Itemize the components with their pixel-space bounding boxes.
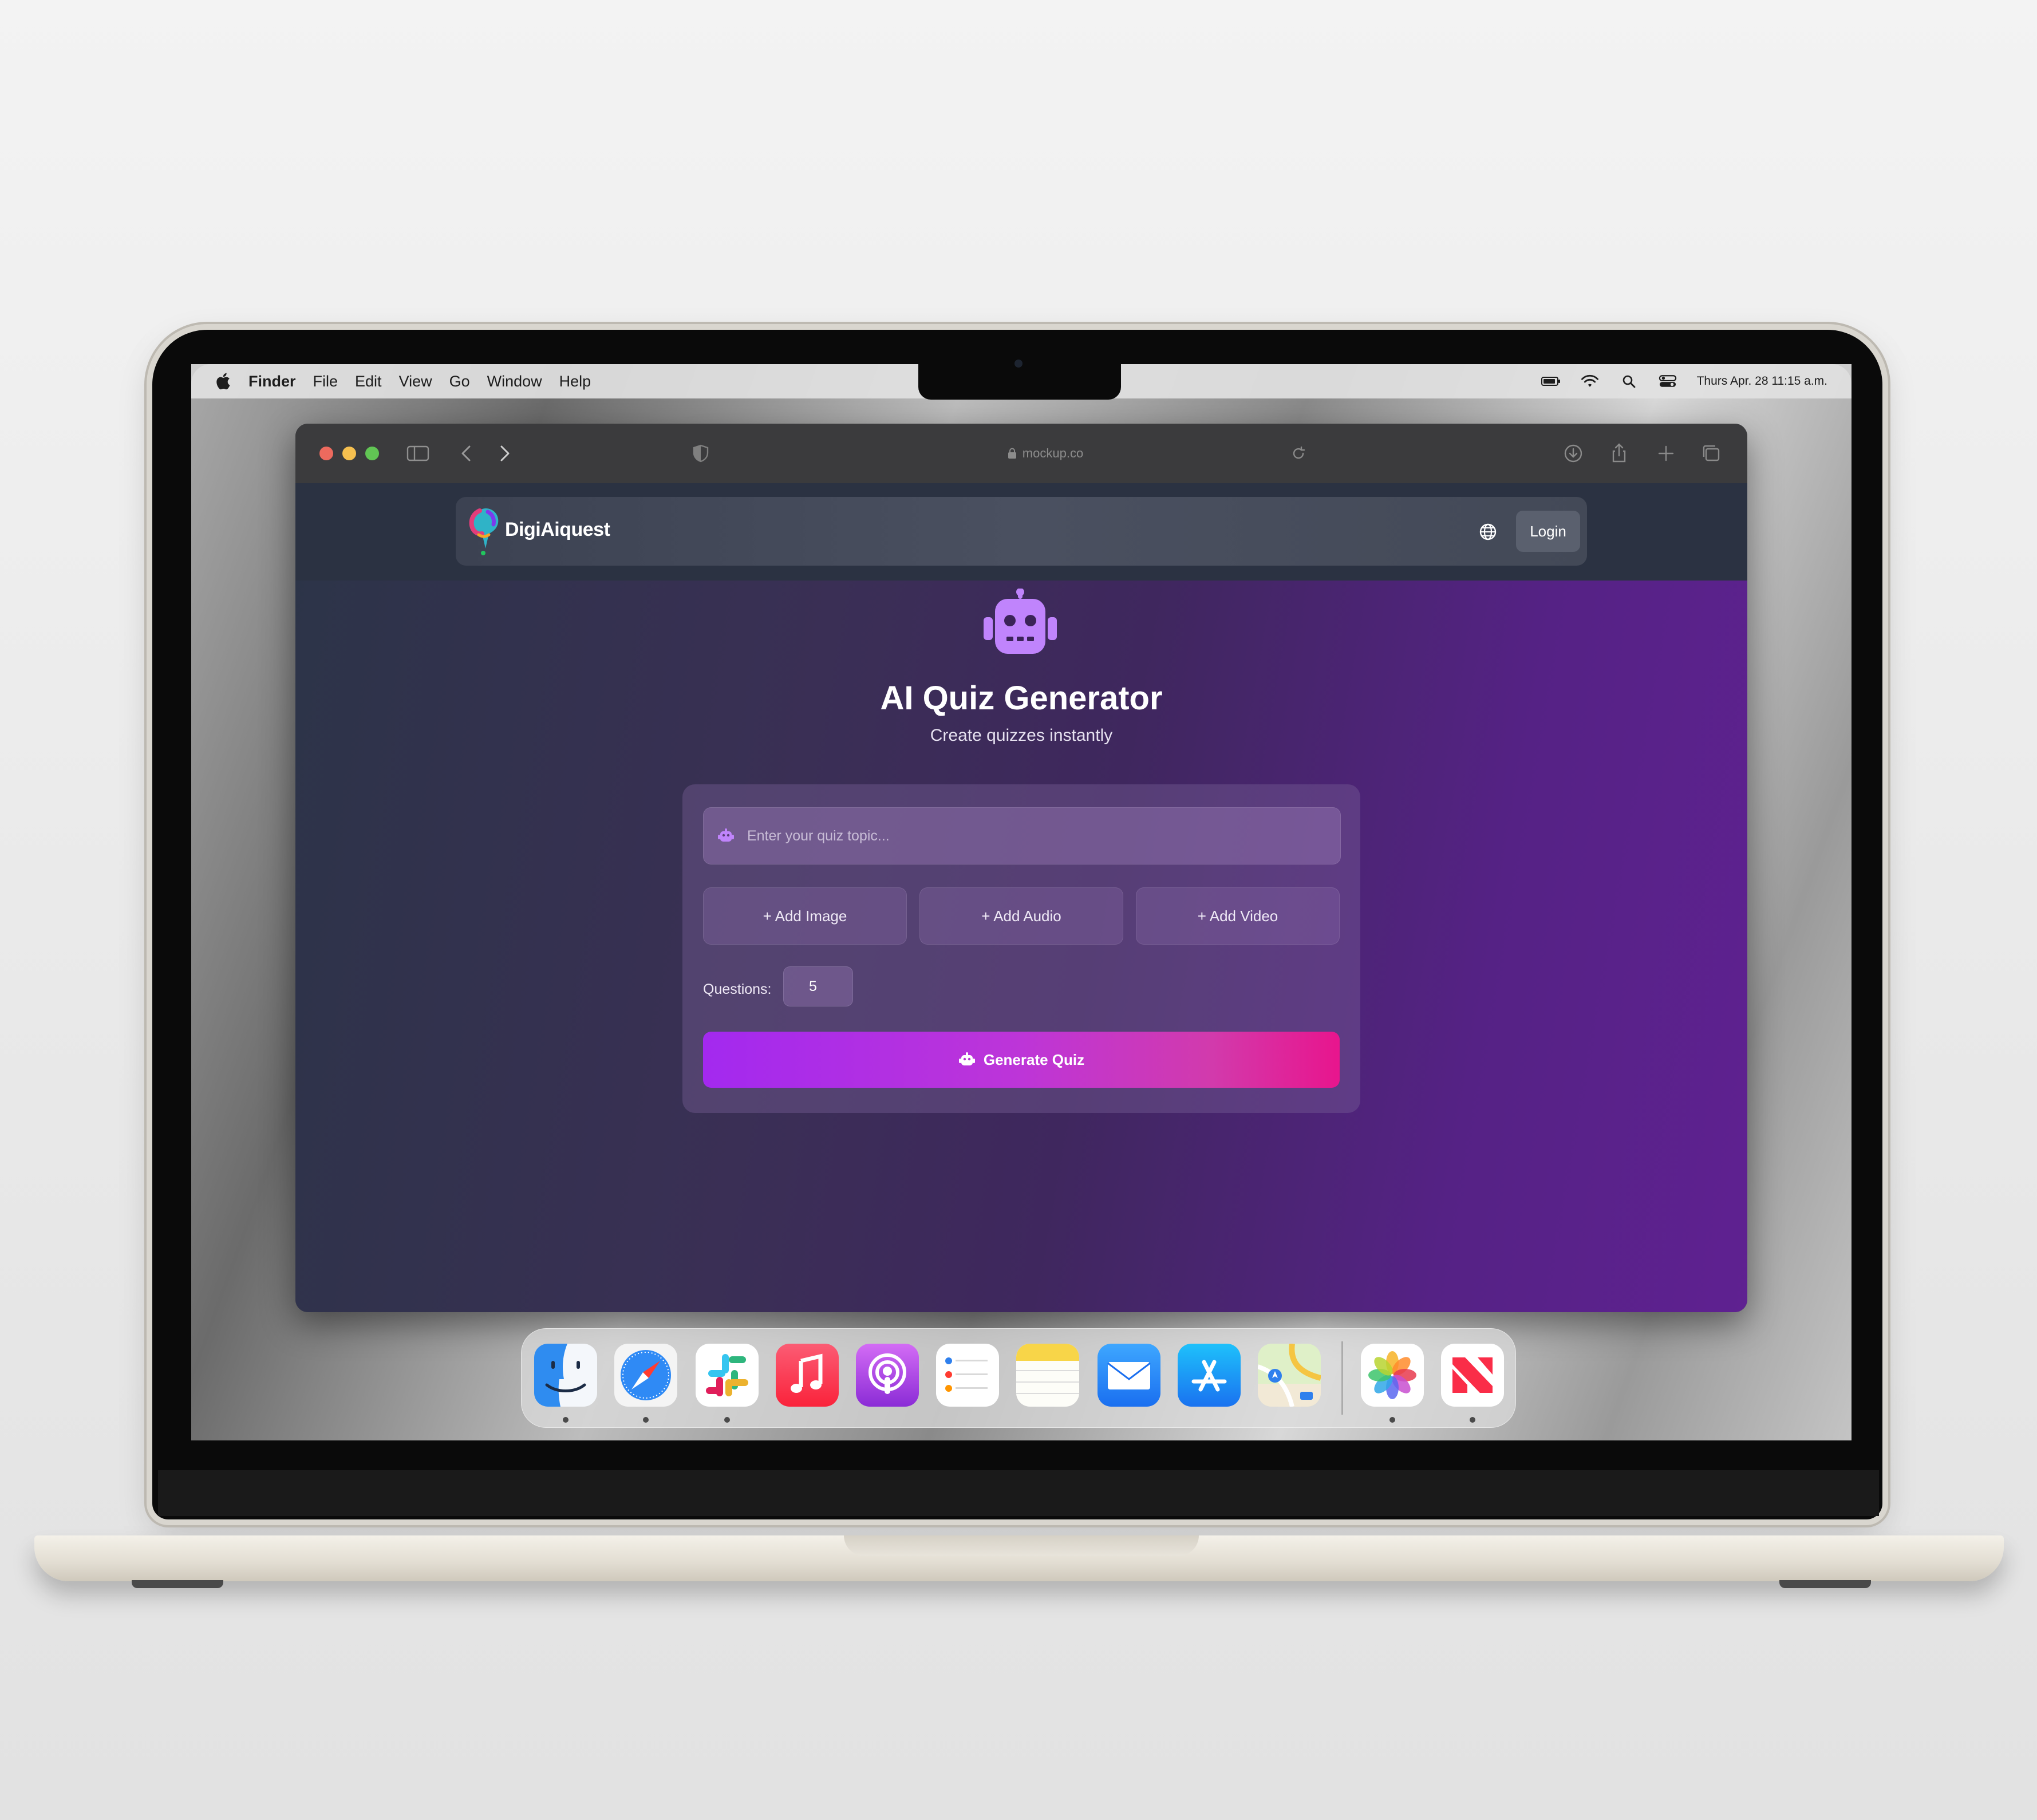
add-image-button[interactable]: + Add Image [703,887,907,945]
add-video-button[interactable]: + Add Video [1136,887,1340,945]
photos-icon[interactable] [1361,1344,1424,1407]
menu-view[interactable]: View [399,373,432,390]
browser-window: mockup.co DigiAiquest Login AI Quiz Gene… [295,424,1747,1312]
search-icon[interactable] [1619,374,1639,389]
music-icon[interactable] [776,1344,839,1407]
safari-running-dot [643,1417,649,1423]
globe-icon[interactable] [1478,522,1498,542]
minimize-window-button[interactable] [342,447,356,460]
address-text[interactable]: mockup.co [1023,446,1083,461]
navbar: DigiAiquest Login [456,497,1587,566]
generate-quiz-button[interactable]: Generate Quiz [703,1032,1340,1088]
page-subtitle: Create quizzes instantly [930,726,1113,745]
shield-icon[interactable] [688,441,713,466]
menu-app-name[interactable]: Finder [248,373,296,390]
news-running-dot [1470,1417,1475,1423]
menu-edit[interactable]: Edit [355,373,382,390]
sidebar-icon[interactable] [405,441,431,466]
new-tab-icon[interactable] [1653,441,1679,466]
topic-field[interactable] [703,807,1341,864]
laptop-foot-left [132,1580,223,1588]
menu-datetime[interactable]: Thurs Apr. 28 11:15 a.m. [1697,374,1827,388]
notes-icon[interactable] [1016,1344,1079,1407]
login-button[interactable]: Login [1516,511,1580,552]
maps-icon[interactable] [1258,1344,1321,1407]
robot-small-icon [718,828,734,842]
bottom-bezel [158,1470,1879,1516]
web-page: DigiAiquest Login AI Quiz Generator Crea… [295,483,1747,1312]
menu-window[interactable]: Window [487,373,542,390]
robot-button-icon [958,1052,975,1065]
menu-status-area: Thurs Apr. 28 11:15 a.m. [1541,364,1827,398]
menu-go[interactable]: Go [449,373,470,390]
robot-icon [984,589,1057,654]
apple-icon[interactable] [214,372,231,390]
brand-name[interactable]: DigiAiquest [505,519,610,541]
camera-notch [918,364,1121,400]
battery-icon[interactable] [1541,374,1561,389]
brand-logo[interactable] [464,504,502,559]
reminders-icon[interactable] [936,1344,999,1407]
generate-quiz-label: Generate Quiz [983,1051,1085,1068]
zoom-window-button[interactable] [365,447,379,460]
download-icon[interactable] [1561,441,1586,466]
base-lip [844,1535,1199,1556]
tabs-icon[interactable] [1699,441,1724,466]
menu-file[interactable]: File [313,373,338,390]
back-icon[interactable] [455,441,480,466]
quiz-form-card: + Add Image + Add Audio + Add Video Ques… [682,784,1360,1113]
finder-icon[interactable] [534,1344,597,1407]
lock-icon [1008,448,1016,459]
questions-value: 5 [809,978,817,994]
news-icon[interactable] [1441,1344,1504,1407]
browser-toolbar: mockup.co [295,424,1747,484]
slack-icon[interactable] [696,1344,759,1407]
questions-label: Questions: [703,981,772,997]
mail-icon[interactable] [1098,1344,1160,1407]
photos-running-dot [1389,1417,1395,1423]
laptop-foot-right [1779,1580,1871,1588]
topic-input[interactable] [746,827,1321,845]
share-icon[interactable] [1606,441,1632,466]
questions-input[interactable]: 5 [783,966,853,1006]
dock-separator [1341,1341,1343,1415]
forward-icon[interactable] [491,441,516,466]
page-title: AI Quiz Generator [880,680,1163,717]
add-audio-button[interactable]: + Add Audio [919,887,1123,945]
close-window-button[interactable] [319,447,333,460]
wifi-icon[interactable] [1580,374,1600,389]
camera-icon [1014,360,1023,368]
reload-icon[interactable] [1286,441,1311,466]
safari-icon[interactable] [614,1344,677,1407]
address-bar[interactable]: mockup.co [965,442,1126,465]
app-store-icon[interactable] [1178,1344,1241,1407]
dock [521,1328,1516,1428]
podcasts-icon[interactable] [856,1344,919,1407]
menu-help[interactable]: Help [559,373,591,390]
slack-running-dot [724,1417,730,1423]
finder-running-dot [563,1417,569,1423]
control-center-icon[interactable] [1658,374,1677,389]
